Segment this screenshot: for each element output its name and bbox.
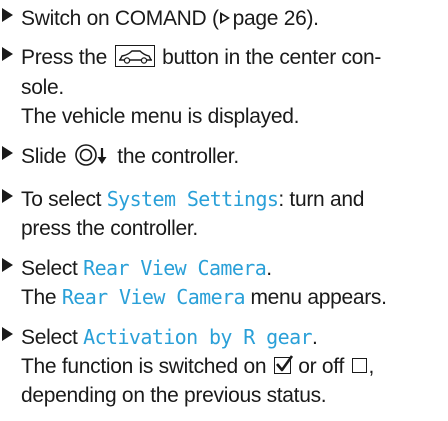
step-text: Switch on COMAND (page 26).: [21, 7, 319, 30]
step-result: The Rear View Camera menu appears.: [21, 285, 387, 310]
step-result: The vehicle menu is displayed.: [21, 105, 300, 129]
step-text: To select System Settings: turn and: [21, 186, 365, 211]
controller-slide-down-icon: [74, 143, 110, 175]
checked-checkbox-icon: [273, 355, 293, 374]
step-text-continued: sole.: [21, 75, 64, 99]
step-press-vehicle-button: Press the button in the center con- sole…: [0, 43, 448, 131]
page-reference-link[interactable]: page 26: [233, 7, 307, 30]
step-text: Slide the controller.: [21, 142, 448, 175]
triangle-bullet-icon: [2, 8, 13, 22]
step-select-system-settings: To select System Settings: turn and pres…: [0, 185, 448, 244]
triangle-bullet-icon: [2, 47, 13, 62]
menu-item-rear-view-camera: Rear View Camera: [83, 255, 267, 280]
step-result: The function is switched on or off ,: [21, 354, 375, 378]
triangle-bullet-icon: [2, 326, 13, 341]
step-result-continued: depending on the previous status.: [21, 384, 327, 408]
step-select-activation-by-r-gear: Select Activation by R gear. The functio…: [0, 323, 448, 411]
triangle-bullet-icon: [2, 188, 13, 203]
step-switch-on-comand: Switch on COMAND (page 26).: [0, 4, 448, 33]
car-button-icon: [114, 45, 155, 68]
menu-name-rear-view-camera: Rear View Camera: [61, 285, 246, 310]
instruction-list: Switch on COMAND (page 26). Press the bu…: [0, 4, 448, 421]
menu-item-system-settings: System Settings: [106, 186, 279, 211]
step-text: Select Activation by R gear.: [21, 324, 318, 349]
step-text-continued: press the controller.: [21, 217, 198, 241]
step-select-rear-view-camera: Select Rear View Camera. The Rear View C…: [0, 254, 448, 313]
triangle-bullet-icon: [2, 257, 13, 272]
page-reference-triangle-icon: [219, 12, 230, 24]
unchecked-checkbox-icon: [351, 357, 367, 373]
triangle-bullet-icon: [2, 145, 13, 160]
menu-item-activation-by-r-gear: Activation by R gear: [83, 324, 312, 349]
step-slide-controller: Slide the controller.: [0, 142, 448, 175]
step-text: Select Rear View Camera.: [21, 255, 272, 280]
step-text: Press the button in the center con-: [21, 45, 382, 70]
